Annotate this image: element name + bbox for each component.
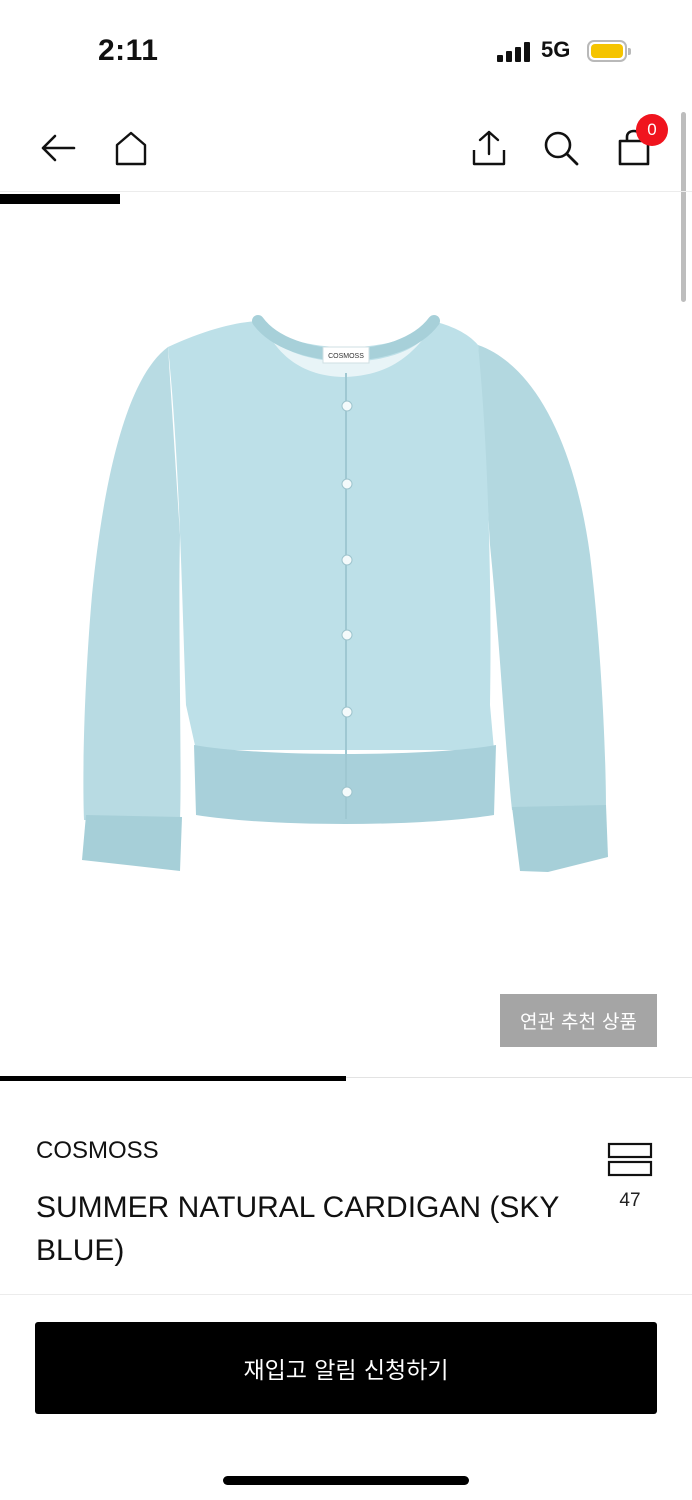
page-progress-bar [0, 194, 120, 204]
search-button[interactable] [537, 124, 585, 172]
restock-alert-button[interactable]: 재입고 알림 신청하기 [35, 1322, 657, 1414]
garment-label-tag: COSMOSS [328, 353, 364, 360]
status-time: 2:11 [98, 34, 159, 67]
arrow-left-icon [41, 134, 76, 162]
gallery-progress-indicator [0, 1076, 346, 1081]
home-indicator [223, 1476, 469, 1485]
share-icon [472, 130, 506, 166]
home-button[interactable] [107, 124, 155, 172]
product-image-gallery[interactable]: COSMOSS [0, 205, 692, 1075]
search-icon [544, 131, 579, 166]
battery-icon [587, 40, 631, 62]
related-products-button[interactable]: 연관 추천 상품 [500, 994, 657, 1047]
product-image: COSMOSS [82, 315, 608, 872]
network-label: 5G [541, 37, 571, 62]
header-divider [0, 191, 692, 192]
info-divider [0, 1294, 692, 1295]
share-button[interactable] [465, 124, 513, 172]
back-button[interactable] [34, 124, 82, 172]
product-title: SUMMER NATURAL CARDIGAN (SKY BLUE) [36, 1191, 559, 1267]
home-icon [115, 131, 147, 166]
cart-count-badge: 0 [636, 114, 668, 146]
wishlist-button[interactable] [607, 1142, 653, 1178]
like-count: 47 [619, 1190, 641, 1211]
stack-icon [607, 1142, 653, 1177]
product-brand[interactable]: COSMOSS [36, 1137, 159, 1165]
signal-icon [497, 42, 533, 62]
